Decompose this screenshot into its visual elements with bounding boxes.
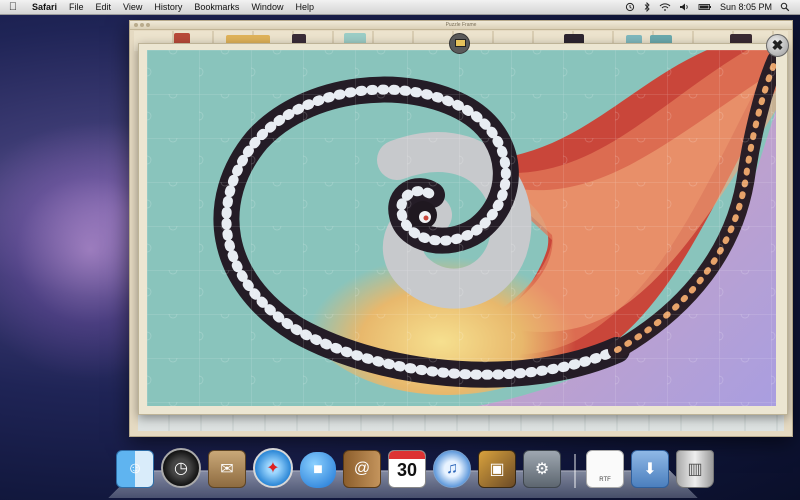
iphoto-icon[interactable]: ▣	[478, 450, 516, 488]
window-title: Puzzle Frame	[445, 22, 477, 28]
dashboard-icon[interactable]: ◷	[161, 448, 201, 488]
menu-help[interactable]: Help	[289, 0, 320, 14]
trash-lines: ▥	[687, 461, 703, 478]
dock-separator	[574, 454, 576, 488]
menu-history[interactable]: History	[148, 0, 188, 14]
apple-icon[interactable]: 	[0, 0, 26, 14]
volume-icon[interactable]	[675, 2, 694, 12]
rtf-document-icon[interactable]: RTF	[586, 450, 624, 488]
itunes-note: ♫	[446, 460, 458, 477]
safari-compass: ✦	[266, 460, 280, 477]
finder-face: ☺	[126, 460, 144, 477]
menu-extras: Sun 8:05 PM	[621, 0, 800, 14]
close-window-button[interactable]	[134, 23, 138, 27]
menu-view[interactable]: View	[117, 0, 148, 14]
spotlight-icon[interactable]	[776, 2, 794, 12]
dock: ☺ ◷ ✉ ✦ ■ @ 30 ♫ ▣ ⚙ RTF ⬇ ▥	[116, 444, 721, 488]
battery-icon[interactable]	[694, 2, 716, 12]
window-titlebar[interactable]: Puzzle Frame	[130, 21, 792, 30]
ical-header	[389, 451, 425, 459]
safari-icon[interactable]: ✦	[253, 448, 293, 488]
close-puzzle-button[interactable]: ✖	[766, 34, 789, 57]
ical-day: 30	[396, 460, 418, 480]
wifi-icon[interactable]	[655, 2, 675, 12]
puzzle-frame	[138, 43, 788, 415]
bluetooth-icon[interactable]	[639, 2, 655, 12]
iphoto-picture: ▣	[489, 461, 505, 478]
prefs-icon[interactable]: ⚙	[523, 450, 561, 488]
prefs-gear: ⚙	[534, 461, 550, 478]
downloads-arrow: ⬇	[643, 461, 657, 478]
finder-icon[interactable]: ☺	[116, 450, 154, 488]
downloads-folder-icon[interactable]: ⬇	[631, 450, 669, 488]
puzzle-board[interactable]	[147, 50, 776, 406]
menubar-clock[interactable]: Sun 8:05 PM	[716, 0, 776, 14]
menu-edit[interactable]: Edit	[90, 0, 118, 14]
mail-icon[interactable]: ✉	[208, 450, 246, 488]
menu-bookmarks[interactable]: Bookmarks	[188, 0, 245, 14]
menu-file[interactable]: File	[63, 0, 90, 14]
addressbook-icon[interactable]: @	[343, 450, 381, 488]
fractal-spiral-image	[147, 50, 776, 406]
ichat-camera: ■	[313, 461, 323, 478]
menu-window[interactable]: Window	[245, 0, 289, 14]
minimize-window-button[interactable]	[140, 23, 144, 27]
dashboard-gauge: ◷	[174, 460, 188, 477]
rtf-label: RTF	[599, 477, 611, 483]
window-controls	[134, 23, 150, 27]
addressbook-at: @	[353, 460, 371, 477]
menu-bar:  Safari File Edit View History Bookmark…	[0, 0, 800, 15]
itunes-icon[interactable]: ♫	[433, 450, 471, 488]
time-machine-icon[interactable]	[621, 2, 639, 12]
ichat-icon[interactable]: ■	[300, 452, 336, 488]
menu-app-safari[interactable]: Safari	[26, 0, 63, 14]
zoom-window-button[interactable]	[146, 23, 150, 27]
mail-stamp: ✉	[220, 461, 234, 478]
trash-icon[interactable]: ▥	[676, 450, 714, 488]
picture-icon[interactable]	[449, 33, 470, 54]
ical-icon[interactable]: 30	[388, 450, 426, 488]
